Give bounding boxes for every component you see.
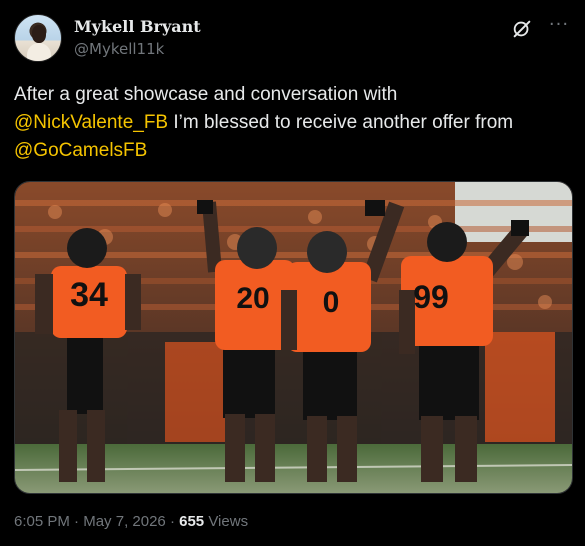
- views-count: 655: [179, 513, 205, 530]
- tweet-text: After a great showcase and conversation …: [14, 81, 574, 165]
- jersey-number-34: 34: [70, 276, 108, 314]
- jersey-number-99: 99: [413, 279, 449, 315]
- jersey-number-0: 0: [323, 286, 340, 319]
- handle[interactable]: @Mykell11k: [74, 39, 201, 59]
- author-names: Mykell Bryant @Mykell11k: [74, 16, 201, 59]
- tweet-photo[interactable]: 34 20 0 99: [14, 181, 573, 494]
- tweet-line-2: I’m blessed to receive another offer fro…: [168, 112, 514, 133]
- tweet-header: Mykell Bryant @Mykell11k ···: [14, 14, 571, 66]
- mention-nickvalente[interactable]: @NickValente_FB: [14, 112, 168, 133]
- avatar-body: [27, 43, 51, 61]
- tweet-meta: 6:05 PM · May 7, 2026 · 655 Views: [14, 513, 248, 530]
- meta-separator-1: ·: [74, 513, 80, 530]
- tweet-line-1: After a great showcase and conversation …: [14, 84, 398, 105]
- avatar[interactable]: [14, 14, 62, 62]
- views-label: Views: [208, 513, 249, 530]
- display-name[interactable]: Mykell Bryant: [74, 16, 201, 38]
- avatar-head: [32, 25, 46, 43]
- grok-icon[interactable]: [511, 18, 533, 40]
- more-options-icon[interactable]: ···: [547, 16, 571, 40]
- tweet-card: Mykell Bryant @Mykell11k ··· After a gre…: [0, 0, 585, 546]
- tweet-time[interactable]: 6:05 PM: [14, 513, 70, 530]
- tweet-date[interactable]: May 7, 2026: [83, 513, 166, 530]
- mention-gocamels[interactable]: @GoCamelsFB: [14, 140, 147, 161]
- football-photo: 34 20 0 99: [15, 182, 572, 493]
- meta-separator-2: ·: [169, 513, 175, 530]
- jersey-number-20: 20: [236, 282, 269, 315]
